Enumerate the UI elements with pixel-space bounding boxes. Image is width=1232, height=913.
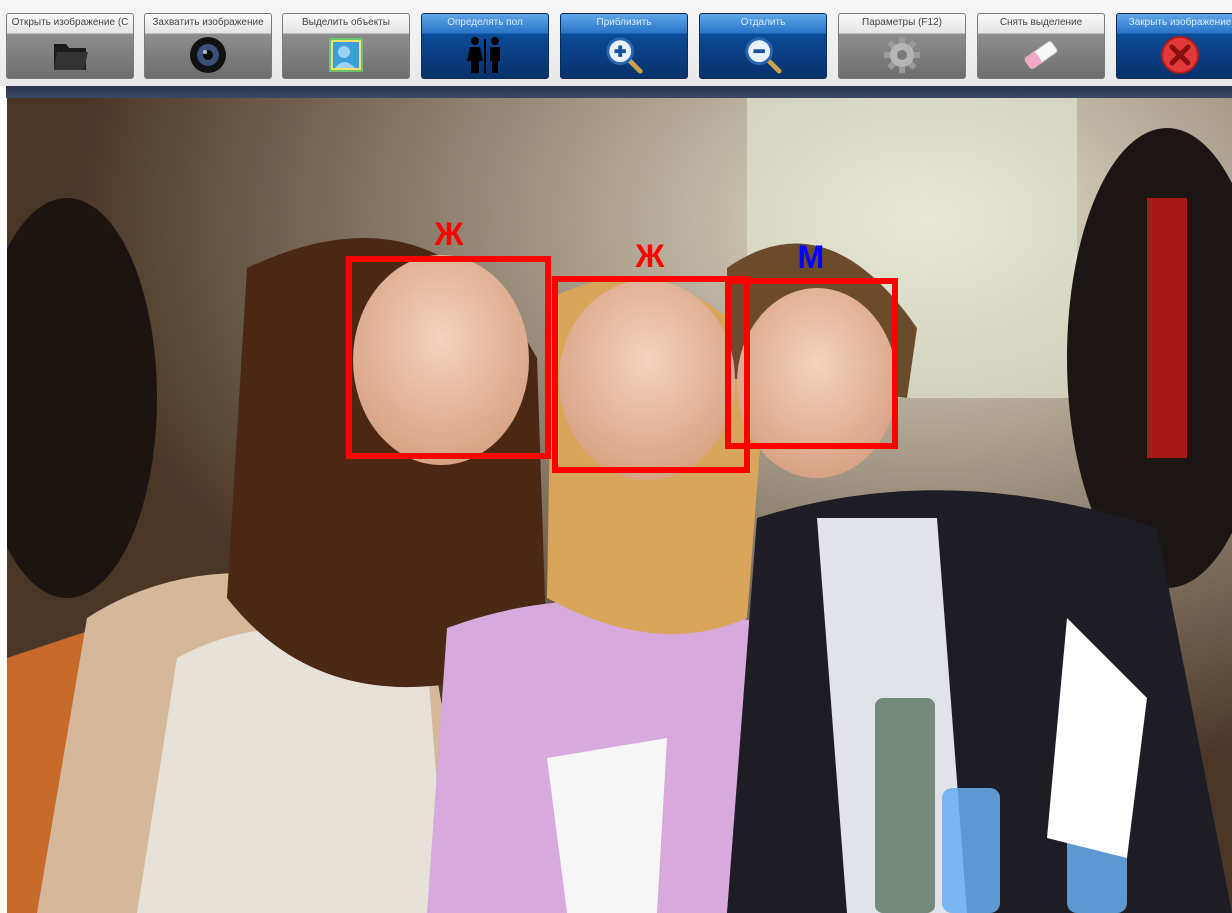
capture-image-button[interactable]: Захватить изображение [144,13,272,79]
detect-gender-button[interactable]: Определять пол [421,13,549,79]
zoom-out-label: Отдалить [740,17,786,28]
gender-label-male: М [797,239,825,275]
open-image-button[interactable]: Открыть изображение (C [6,13,134,79]
gear-icon [882,34,922,76]
close-image-label: Закрыть изображение [1128,17,1232,28]
left-border [0,98,7,913]
gender-label-female: Ж [434,216,464,252]
zoom-in-label: Приблизить [596,17,652,28]
open-image-label: Открыть изображение (C [11,17,129,28]
face-detection-box [552,276,750,473]
zoom-in-button[interactable]: Приблизить [560,13,688,79]
face-detection-box [725,278,898,449]
photo-canvas[interactable]: Ж Ж М [7,98,1232,913]
face-detection-box [346,256,551,459]
webcam-icon [188,34,228,76]
settings-button[interactable]: Параметры (F12) [838,13,966,79]
zoom-out-icon [743,34,783,76]
settings-label: Параметры (F12) [862,17,942,28]
clear-selection-button[interactable]: Снять выделение [977,13,1105,79]
select-objects-label: Выделить объекты [302,17,390,28]
detect-gender-label: Определять пол [447,17,523,28]
gender-label-female: Ж [635,238,665,274]
eraser-icon [1021,34,1061,76]
gender-icon [465,34,505,76]
close-image-button[interactable]: Закрыть изображение [1116,13,1232,79]
select-objects-button[interactable]: Выделить объекты [282,13,410,79]
toolbar: Открыть изображение (C Захватить изображ… [0,0,1232,86]
photo-scene [7,98,1232,913]
folder-icon [50,34,90,76]
toolbar-separator [6,86,1232,98]
capture-image-label: Захватить изображение [152,17,264,28]
zoom-out-button[interactable]: Отдалить [699,13,827,79]
zoom-in-icon [604,34,644,76]
clear-selection-label: Снять выделение [999,17,1083,28]
close-icon [1160,34,1200,76]
portrait-icon [326,34,366,76]
